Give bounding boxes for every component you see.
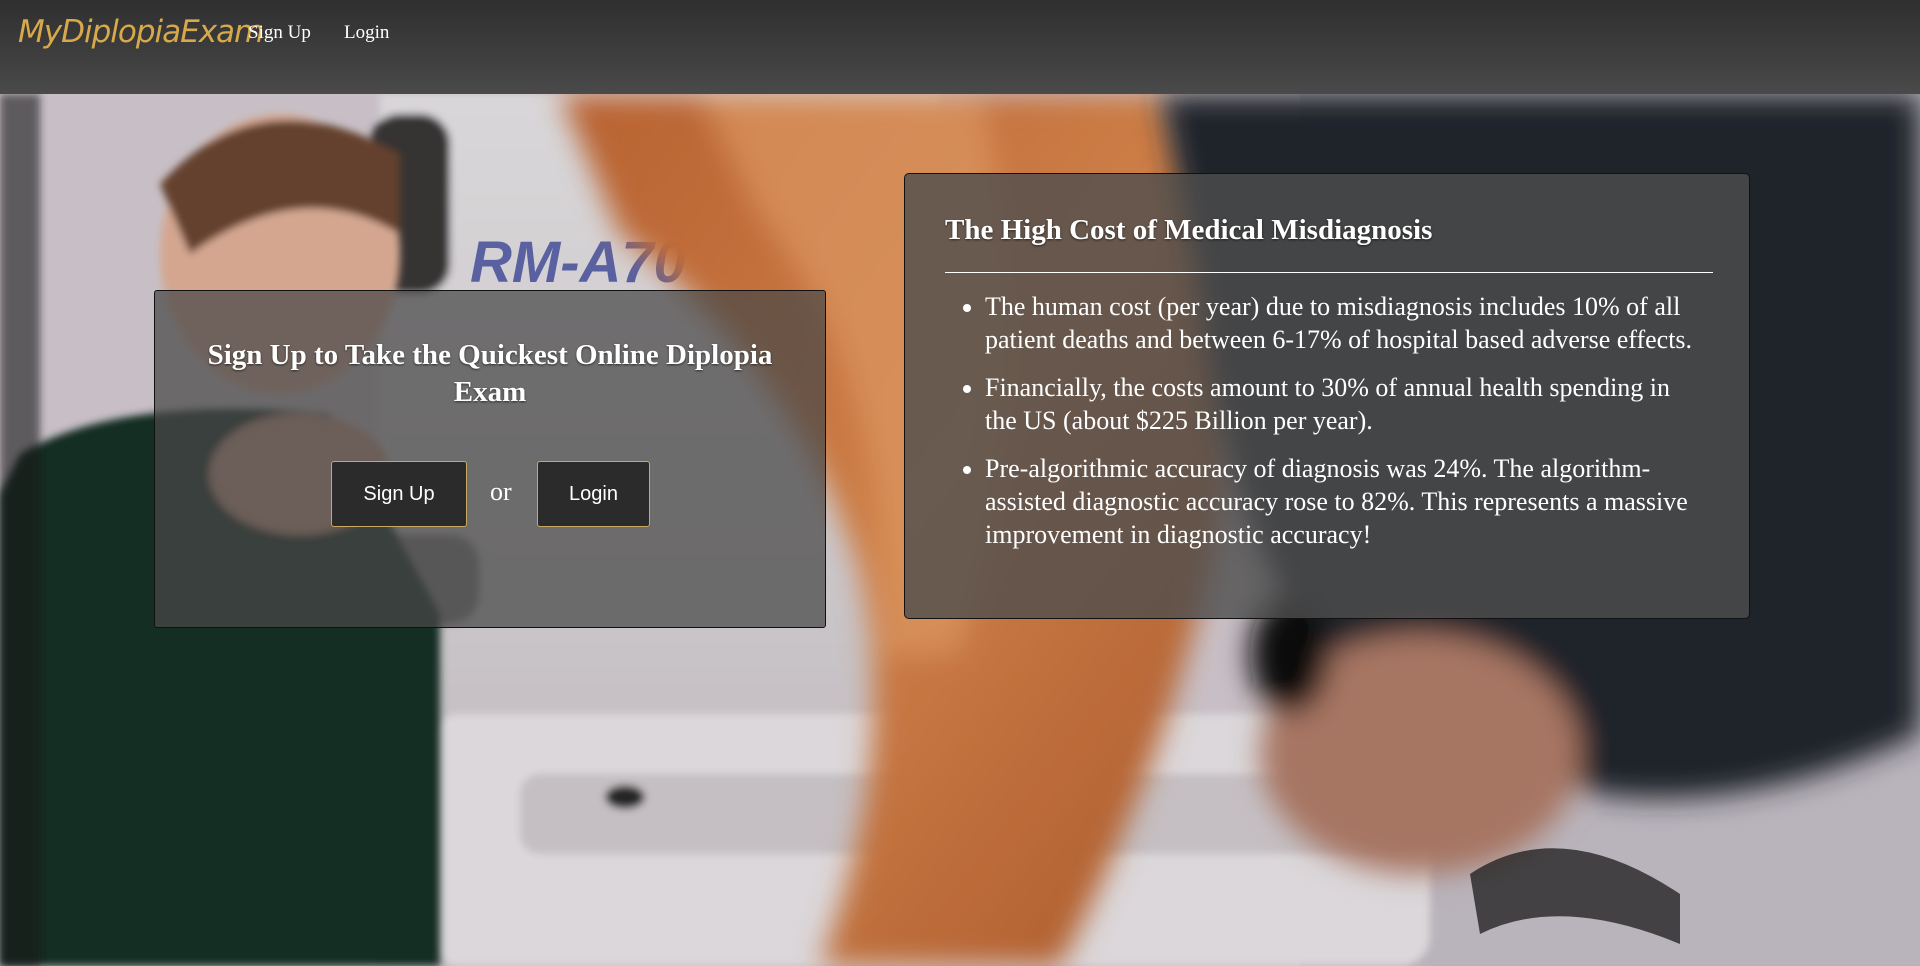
page: MyDiplopiaExam Sign Up Login RM-A70 Sign… bbox=[0, 0, 1920, 966]
list-item: Pre-algorithmic accuracy of diagnosis wa… bbox=[985, 452, 1705, 551]
list-item: Financially, the costs amount to 30% of … bbox=[985, 371, 1705, 437]
nav-signup-link[interactable]: Sign Up bbox=[248, 22, 311, 44]
info-panel-divider bbox=[945, 272, 1713, 273]
top-navbar: MyDiplopiaExam Sign Up Login bbox=[0, 0, 1920, 94]
signup-panel: Sign Up to Take the Quickest Online Dipl… bbox=[154, 290, 826, 628]
misdiagnosis-facts-list: The human cost (per year) due to misdiag… bbox=[945, 290, 1705, 566]
login-button[interactable]: Login bbox=[537, 461, 650, 527]
nav-login-link[interactable]: Login bbox=[344, 22, 389, 44]
list-item: The human cost (per year) due to misdiag… bbox=[985, 290, 1705, 356]
signup-button[interactable]: Sign Up bbox=[331, 461, 467, 527]
or-separator: or bbox=[490, 477, 512, 506]
info-panel-title: The High Cost of Medical Misdiagnosis bbox=[945, 214, 1433, 246]
brand-logo[interactable]: MyDiplopiaExam bbox=[18, 14, 264, 50]
info-panel: The High Cost of Medical Misdiagnosis Th… bbox=[904, 173, 1750, 619]
signup-panel-title: Sign Up to Take the Quickest Online Dipl… bbox=[207, 339, 773, 408]
